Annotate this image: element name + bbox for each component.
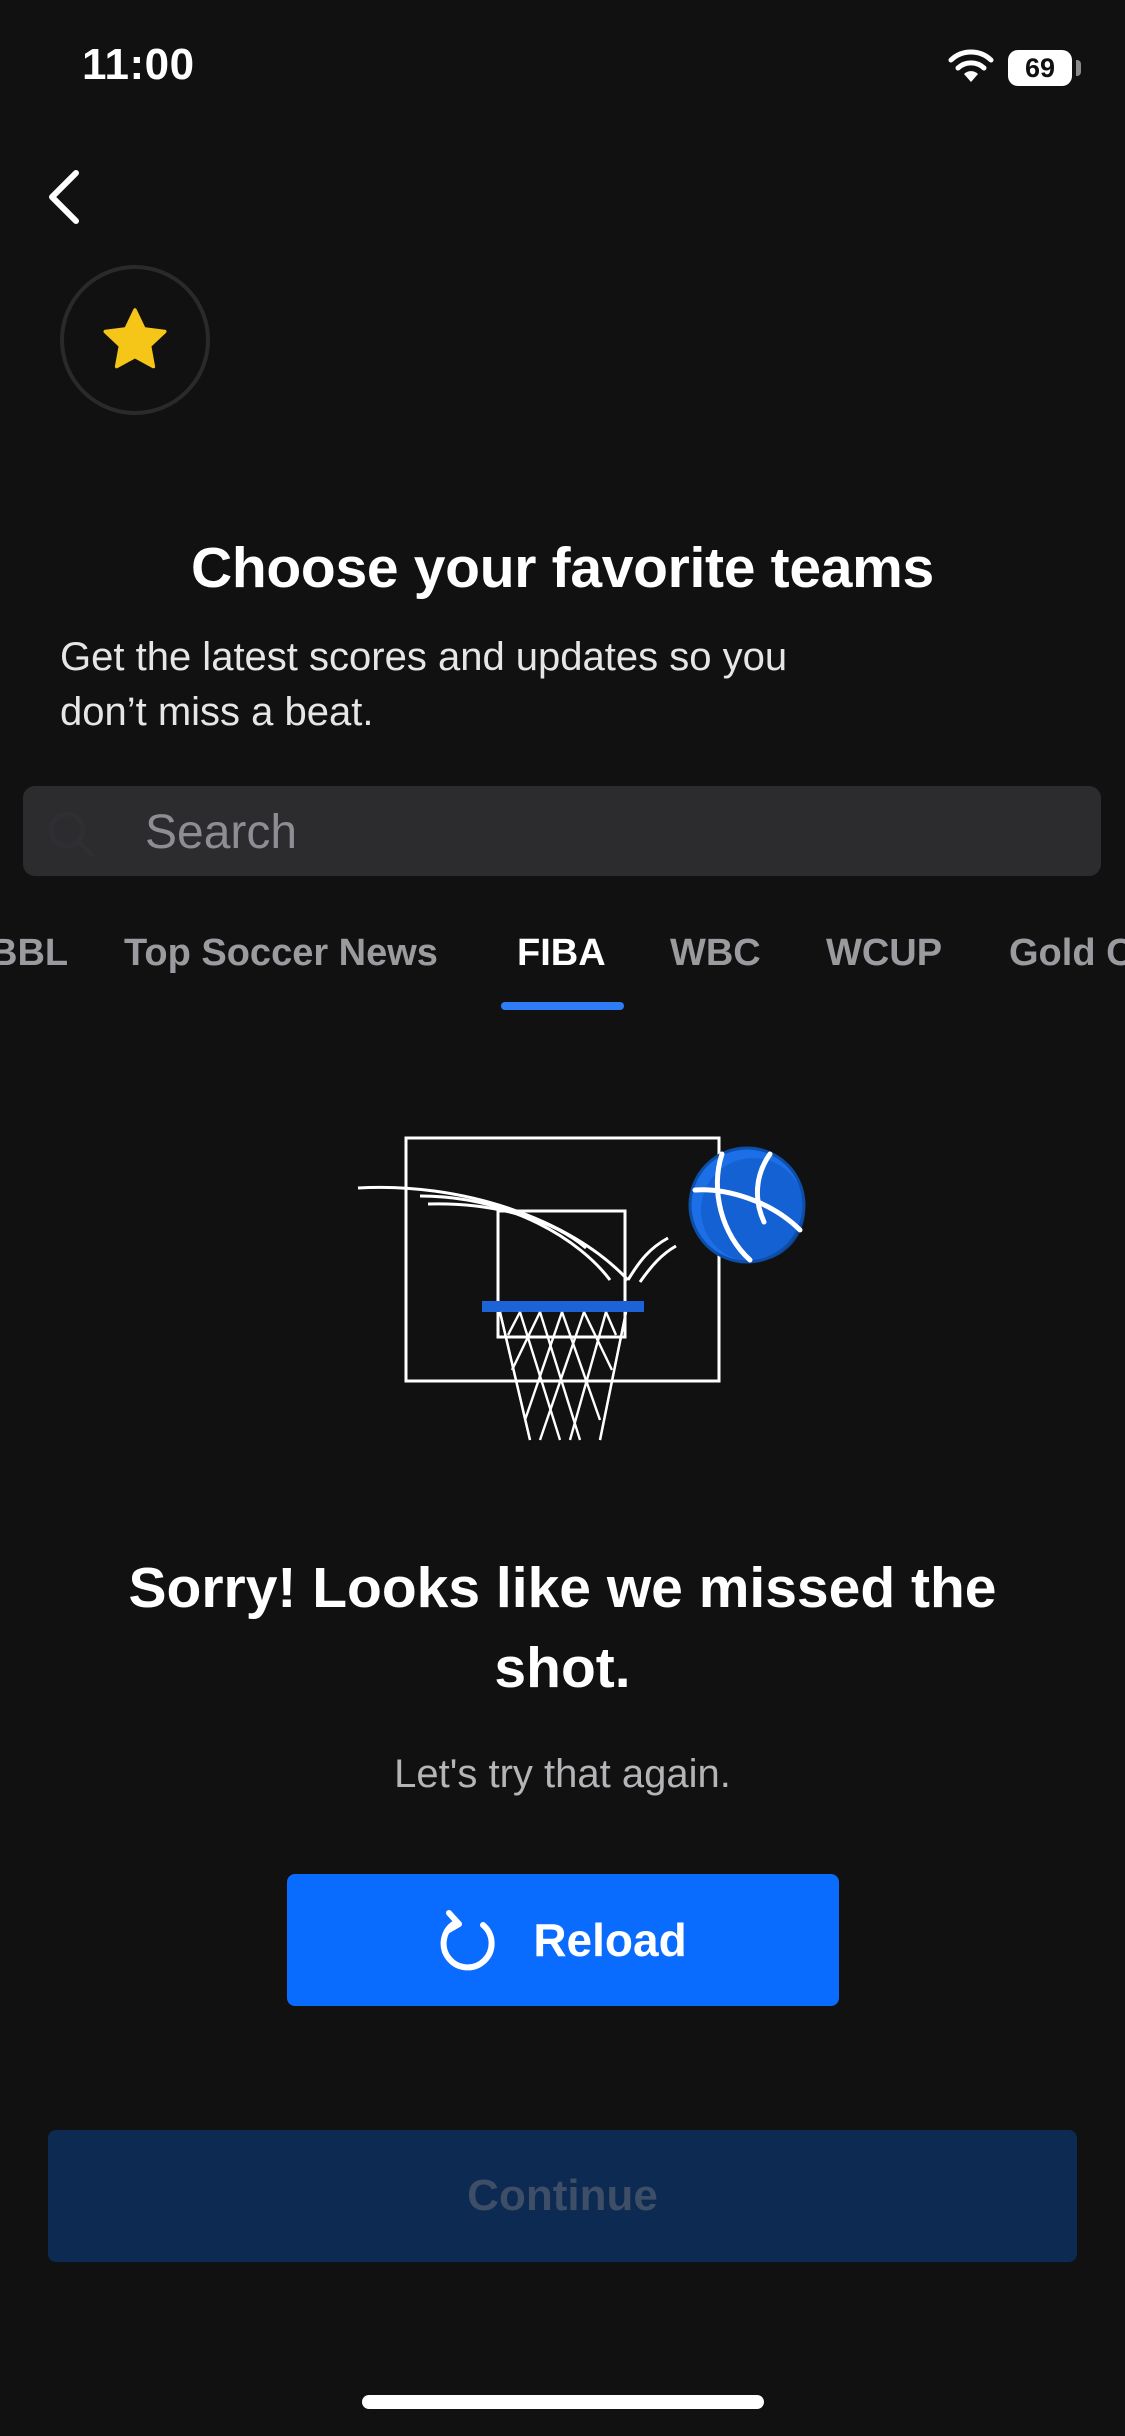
star-icon	[103, 308, 167, 369]
basketball-hoop-icon	[357, 1136, 806, 1441]
tab-top-soccer-news[interactable]: Top Soccer News	[124, 932, 438, 975]
back-button[interactable]	[40, 165, 90, 229]
status-time: 11:00	[82, 40, 195, 89]
reload-button[interactable]: Reload	[287, 1874, 839, 2006]
search-input[interactable]	[143, 796, 1047, 868]
battery-indicator: 69	[1008, 50, 1081, 86]
continue-label: Continue	[467, 2171, 658, 2220]
error-title: Sorry! Looks like we missed the shot.	[128, 1556, 997, 1700]
favorite-badge	[60, 265, 210, 415]
active-tab-indicator	[501, 1002, 624, 1010]
tab-gold-cup[interactable]: Gold Cup	[1009, 932, 1125, 975]
page-subtitle: Get the latest scores and updates so you…	[60, 630, 920, 740]
tab-wcup[interactable]: WCUP	[826, 932, 942, 975]
page-title: Choose your favorite teams	[191, 536, 934, 600]
wifi-icon	[948, 49, 994, 82]
tab-fiba[interactable]: FIBA	[517, 932, 606, 975]
refresh-icon	[440, 1910, 495, 1971]
tab-wbc[interactable]: WBC	[670, 932, 761, 975]
continue-button[interactable]: Continue	[48, 2130, 1077, 2262]
subtitle-line-1: Get the latest scores and updates so you	[60, 635, 788, 679]
home-indicator	[362, 2395, 764, 2409]
reload-label: Reload	[533, 1914, 687, 1966]
search-icon	[48, 811, 95, 858]
tab-bbl[interactable]: BBL	[0, 932, 68, 975]
battery-level: 69	[1024, 52, 1056, 83]
league-tabs: BBL Top Soccer News FIBA WBC WCUP Gold C…	[0, 920, 1125, 1010]
subtitle-line-2: don’t miss a beat.	[60, 690, 374, 734]
error-message: Let's try that again.	[394, 1752, 731, 1796]
